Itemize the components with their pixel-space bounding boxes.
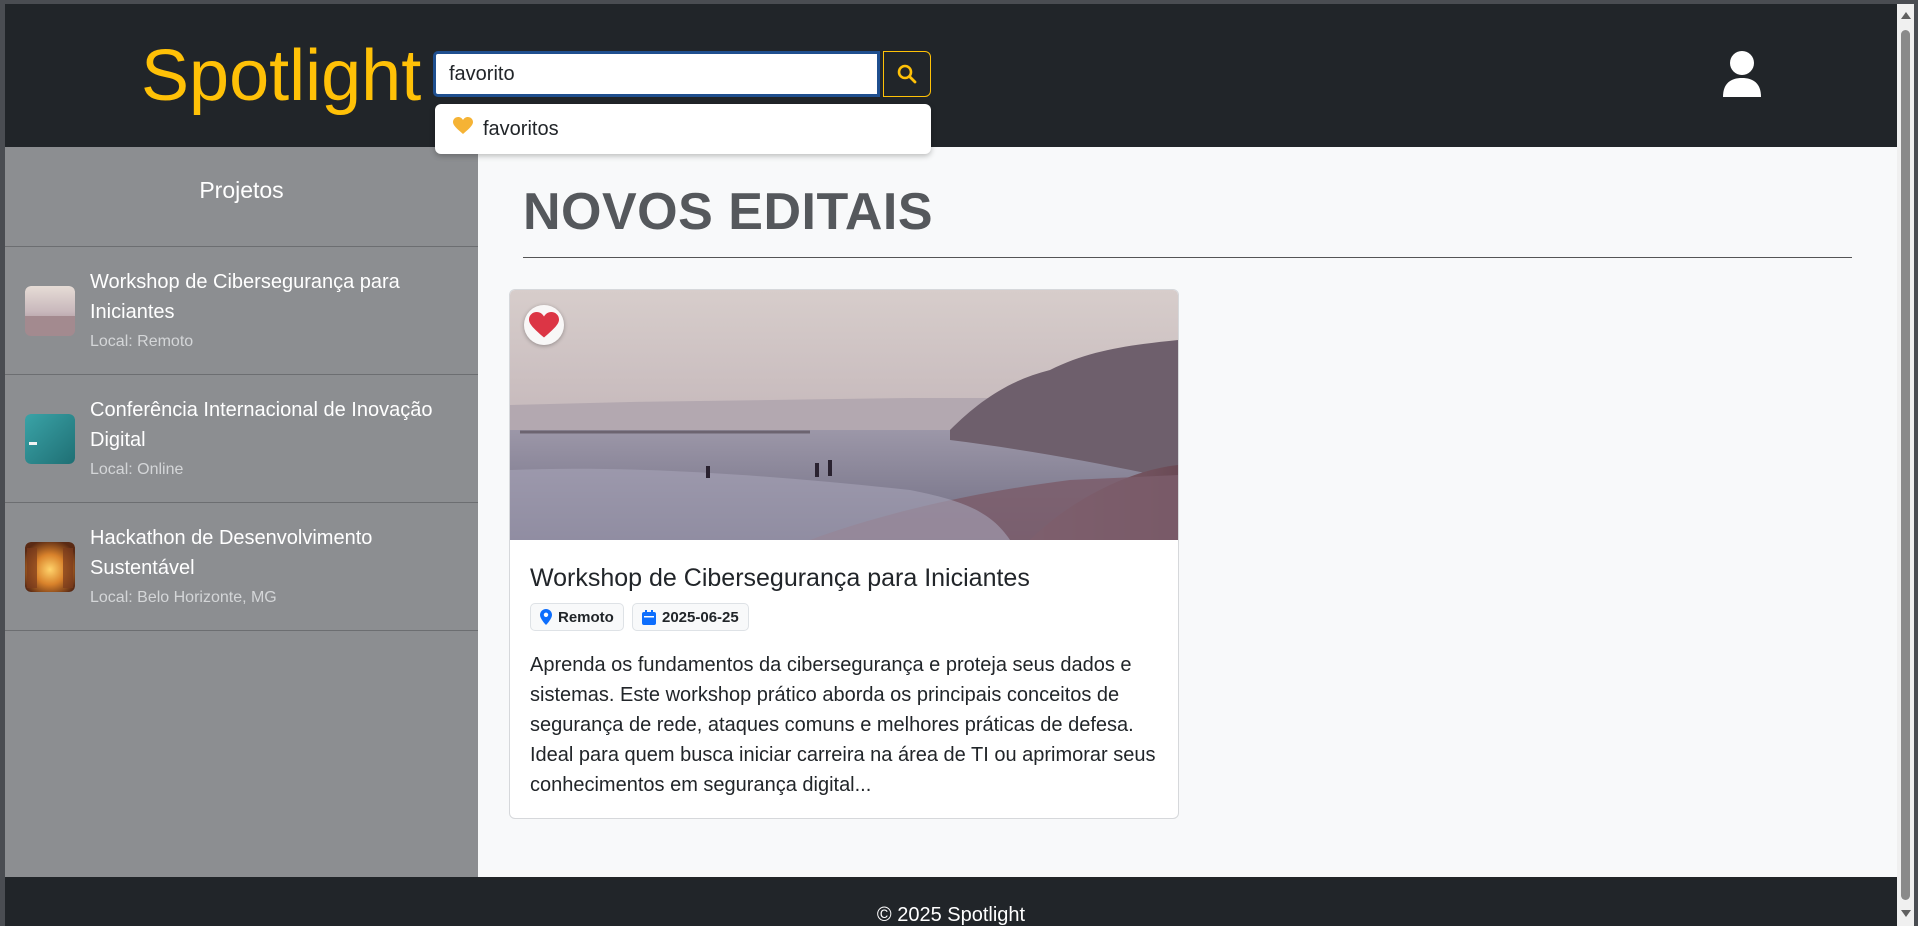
yellow-heart-icon — [453, 117, 473, 141]
location-badge: Remoto — [530, 603, 624, 631]
search-input[interactable] — [433, 51, 880, 97]
project-title: Hackathon de Desenvolvimento Sustentável — [90, 527, 373, 579]
project-thumbnail — [25, 414, 75, 464]
footer-copyright: © 2025 Spotlight — [876, 904, 1026, 926]
project-title: Conferência Internacional de Inovação Di… — [90, 399, 433, 451]
vertical-scrollbar[interactable] — [1897, 4, 1914, 926]
map-pin-icon — [540, 609, 552, 625]
brand-logo[interactable]: Spotlight — [141, 36, 421, 116]
card-title[interactable]: Workshop de Cibersegurança para Iniciant… — [530, 564, 1030, 593]
scroll-down-arrow-icon[interactable] — [1901, 910, 1911, 917]
project-title: Workshop de Cibersegurança para Iniciant… — [90, 271, 400, 323]
project-thumbnail — [25, 286, 75, 336]
search-icon — [897, 64, 917, 84]
sidebar-item-conferencia[interactable]: Conferência Internacional de Inovação Di… — [5, 375, 478, 503]
date-badge: 2025-06-25 — [632, 603, 749, 631]
title-divider — [523, 257, 1852, 258]
sidebar-item-workshop[interactable]: Workshop de Cibersegurança para Iniciant… — [5, 247, 478, 375]
card-image — [510, 290, 1178, 540]
card-description: Aprenda os fundamentos da cibersegurança… — [530, 654, 1156, 796]
scroll-up-arrow-icon[interactable] — [1901, 12, 1911, 19]
location-text: Remoto — [558, 608, 614, 626]
sidebar-item-hackathon[interactable]: Hackathon de Desenvolvimento Sustentável… — [5, 503, 478, 631]
page-title: NOVOS EDITAIS — [523, 183, 934, 241]
project-location: Local: Online — [90, 461, 184, 478]
user-icon[interactable] — [1720, 50, 1764, 98]
edital-card[interactable]: Workshop de Cibersegurança para Iniciant… — [509, 289, 1179, 819]
calendar-icon — [642, 609, 656, 625]
project-location: Local: Belo Horizonte, MG — [90, 589, 277, 606]
sidebar-title: Projetos — [199, 177, 284, 203]
browser-viewport: Spotlight favoritos Projeto — [5, 4, 1897, 926]
date-text: 2025-06-25 — [662, 608, 739, 626]
search-button[interactable] — [883, 51, 931, 97]
navbar: Spotlight — [5, 4, 1897, 147]
scroll-thumb[interactable] — [1901, 30, 1910, 900]
suggestion-label: favoritos — [483, 117, 559, 140]
project-location: Local: Remoto — [90, 333, 194, 350]
favorite-button[interactable] — [524, 305, 564, 345]
footer: © 2025 Spotlight — [5, 877, 1897, 926]
sidebar-projects: Projetos Workshop de Cibersegurança para… — [5, 147, 478, 877]
heart-icon — [529, 311, 559, 337]
project-thumbnail — [25, 542, 75, 592]
search-suggestion[interactable]: favoritos — [435, 104, 931, 154]
